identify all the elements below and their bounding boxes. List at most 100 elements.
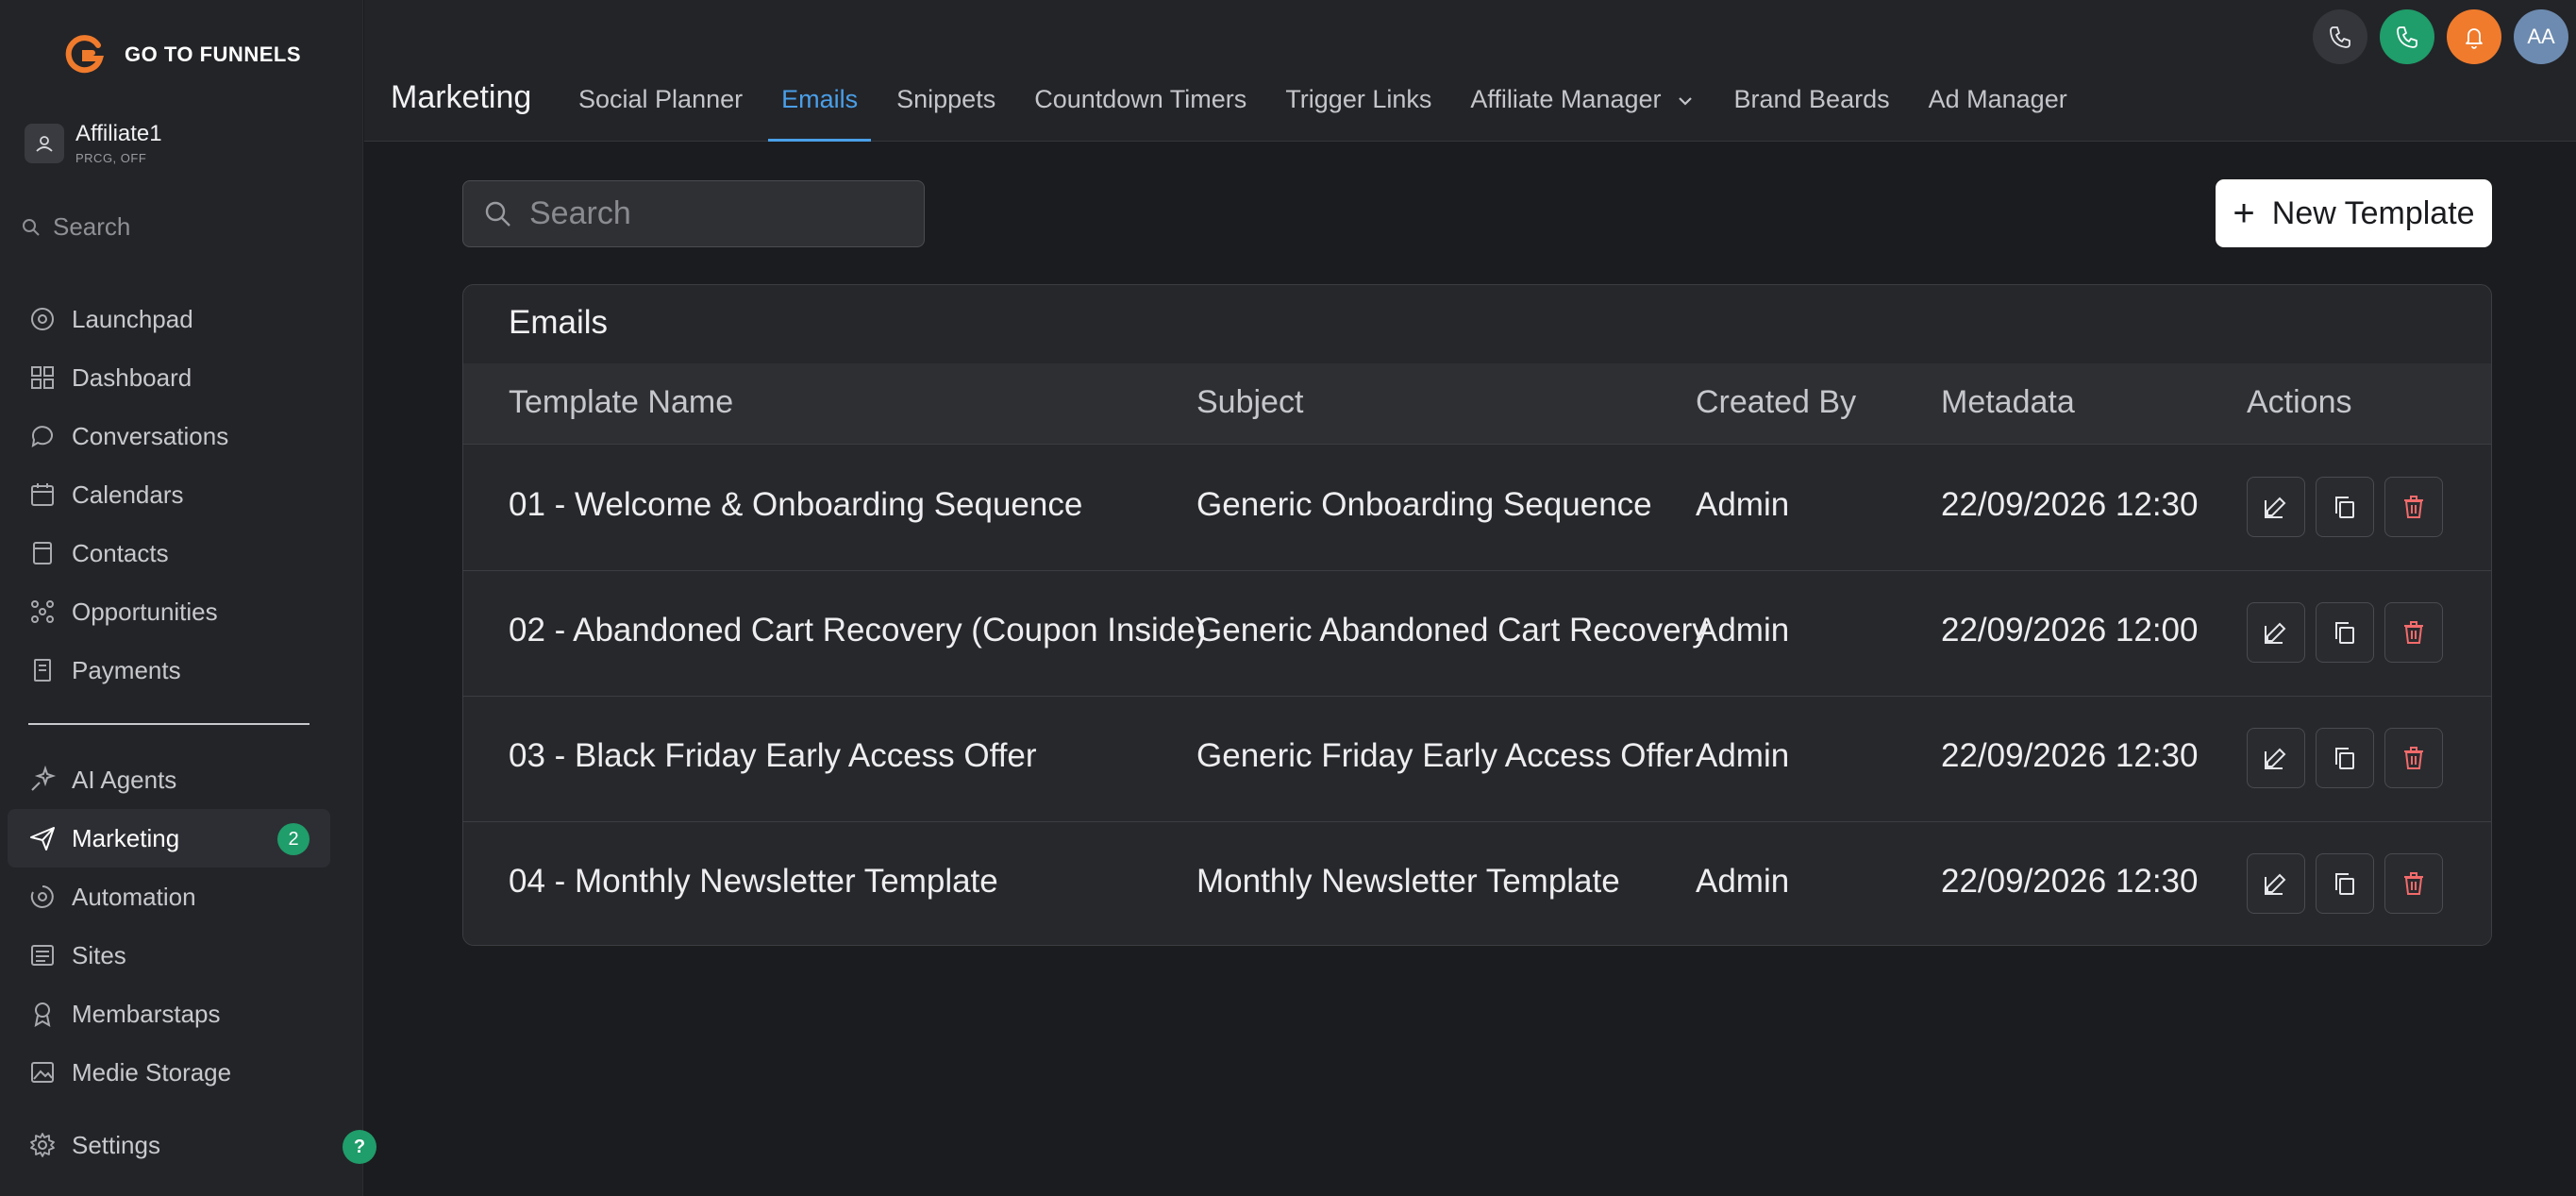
payments-icon: [34, 659, 51, 682]
template-metadata: 22/09/2026 12:30: [1941, 737, 2199, 774]
edit-button[interactable]: [2247, 477, 2305, 537]
gear-icon: [30, 1133, 55, 1157]
duplicate-button[interactable]: [2316, 853, 2374, 914]
sidebar-item-opportunities[interactable]: Opportunities: [8, 582, 330, 641]
edit-icon: [2265, 497, 2286, 518]
search-placeholder: Search: [529, 195, 631, 231]
tab-ad-manager[interactable]: Ad Manager: [1915, 85, 2081, 142]
tab-label: Affiliate Manager: [1470, 85, 1662, 113]
help-button[interactable]: ?: [343, 1130, 376, 1164]
tab-emails[interactable]: Emails: [768, 85, 872, 142]
table-row[interactable]: 04 - Monthly Newsletter Template Monthly…: [463, 822, 2491, 945]
sidebar-item-memberships[interactable]: Membarstaps: [8, 985, 330, 1043]
sidebar-item-launchpad[interactable]: Launchpad: [8, 290, 330, 348]
template-name[interactable]: 04 - Monthly Newsletter Template: [509, 863, 998, 901]
row-actions: [2247, 728, 2453, 788]
tab-affiliate-manager[interactable]: Affiliate Manager: [1457, 85, 1708, 142]
phone-icon: [2330, 26, 2350, 48]
page-title: Marketing: [391, 79, 532, 115]
delete-button[interactable]: [2384, 602, 2443, 663]
template-metadata: 22/09/2026 12:30: [1941, 486, 2199, 523]
sidebar-item-calendars[interactable]: Calendars: [8, 465, 330, 524]
edit-button[interactable]: [2247, 853, 2305, 914]
sidebar-item-label: Membarstaps: [72, 999, 221, 1028]
sidebar-item-label: Opportunities: [72, 597, 218, 626]
edit-icon: [2265, 873, 2286, 895]
app-root: GO TO FUNNELS Affiliate1 PRCG, OFF Searc…: [0, 0, 2576, 1196]
sidebar-item-conversations[interactable]: Conversations: [8, 407, 330, 465]
template-name[interactable]: 02 - Abandoned Cart Recovery (Coupon Ins…: [509, 612, 1206, 649]
sidebar-item-payments[interactable]: Payments: [8, 641, 330, 699]
tab-social-planner[interactable]: Social Planner: [565, 85, 756, 142]
sidebar-item-contacts[interactable]: Contacts: [8, 524, 330, 582]
sparkle-icon: [31, 766, 57, 791]
calendar-icon: [31, 483, 54, 506]
sidebar-item-sites[interactable]: Sites: [8, 926, 330, 985]
template-name[interactable]: 03 - Black Friday Early Access Offer: [509, 737, 1037, 775]
avatar[interactable]: AA: [2514, 9, 2568, 64]
delete-button[interactable]: [2384, 477, 2443, 537]
opportunities-icon: [31, 600, 54, 623]
brand-name: GO TO FUNNELS: [125, 42, 301, 66]
copy-icon: [2335, 873, 2354, 895]
sidebar-item-ai-agents[interactable]: AI Agents: [8, 750, 330, 809]
tab-brand-boards[interactable]: Brand Beards: [1721, 85, 1903, 142]
sidebar-item-automation[interactable]: Automation: [8, 868, 330, 926]
media-icon: [31, 1062, 54, 1083]
sidebar-item-dashboard[interactable]: Dashboard: [8, 348, 330, 407]
header-actions: AA: [2300, 9, 2568, 64]
column-header-actions: Actions: [2247, 384, 2352, 420]
edit-button[interactable]: [2247, 728, 2305, 788]
template-search-input[interactable]: Search: [462, 180, 925, 247]
notifications-button[interactable]: [2447, 9, 2501, 64]
template-subject: Generic Onboarding Sequence: [1196, 486, 1652, 523]
new-template-button[interactable]: + New Template: [2216, 179, 2492, 247]
automation-icon: [30, 885, 54, 908]
template-name[interactable]: 01 - Welcome & Onboarding Sequence: [509, 486, 1082, 524]
template-created-by: Admin: [1696, 737, 1790, 774]
sidebar-item-settings[interactable]: Settings: [8, 1116, 330, 1174]
table-row[interactable]: 01 - Welcome & Onboarding Sequence Gener…: [463, 446, 2491, 571]
sidebar-item-label: Contacts: [72, 538, 169, 567]
bell-icon: [2466, 28, 2483, 49]
column-header-subject[interactable]: Subject: [1196, 384, 1303, 421]
copy-icon: [2335, 622, 2354, 644]
dialer-button[interactable]: [2380, 9, 2434, 64]
tab-snippets[interactable]: Snippets: [883, 85, 1009, 142]
sidebar-item-label: Launchpad: [72, 304, 193, 333]
edit-button[interactable]: [2247, 602, 2305, 663]
copy-icon: [2335, 497, 2354, 518]
sites-icon: [31, 945, 54, 966]
table-row[interactable]: 03 - Black Friday Early Access Offer Gen…: [463, 697, 2491, 822]
sidebar-item-label: Automation: [72, 882, 196, 911]
account-switcher[interactable]: Affiliate1 PRCG, OFF: [25, 121, 162, 165]
duplicate-button[interactable]: [2316, 602, 2374, 663]
column-header-template-name[interactable]: Template Name: [509, 384, 733, 421]
call-button[interactable]: [2313, 9, 2367, 64]
sidebar: GO TO FUNNELS Affiliate1 PRCG, OFF Searc…: [0, 0, 363, 1196]
sidebar-search[interactable]: Search: [21, 212, 130, 242]
duplicate-button[interactable]: [2316, 728, 2374, 788]
sidebar-nav-tools: AI Agents Marketing 2 Automation Sites M…: [8, 750, 330, 1102]
brand-logo[interactable]: GO TO FUNNELS: [64, 34, 301, 76]
column-header-metadata[interactable]: Metadata: [1941, 384, 2075, 421]
contacts-icon: [33, 542, 52, 564]
template-metadata: 22/09/2026 12:30: [1941, 863, 2199, 900]
top-header: Marketing Social Planner Emails Snippets…: [364, 0, 2576, 142]
row-actions: [2247, 602, 2453, 663]
delete-button[interactable]: [2384, 853, 2443, 914]
trash-icon: [2404, 621, 2423, 644]
card-title: Emails: [509, 304, 609, 341]
sidebar-item-marketing[interactable]: Marketing 2: [8, 809, 330, 868]
table-row[interactable]: 02 - Abandoned Cart Recovery (Coupon Ins…: [463, 571, 2491, 697]
template-subject: Monthly Newsletter Template: [1196, 863, 1620, 900]
column-header-created-by[interactable]: Created By: [1696, 384, 1856, 421]
duplicate-button[interactable]: [2316, 477, 2374, 537]
sidebar-divider: [28, 723, 309, 725]
tab-trigger-links[interactable]: Trigger Links: [1272, 85, 1445, 142]
template-created-by: Admin: [1696, 486, 1790, 523]
sidebar-item-label: AI Agents: [72, 765, 177, 794]
sidebar-item-media-storage[interactable]: Medie Storage: [8, 1043, 330, 1102]
tab-countdown-timers[interactable]: Countdown Timers: [1021, 85, 1260, 142]
delete-button[interactable]: [2384, 728, 2443, 788]
